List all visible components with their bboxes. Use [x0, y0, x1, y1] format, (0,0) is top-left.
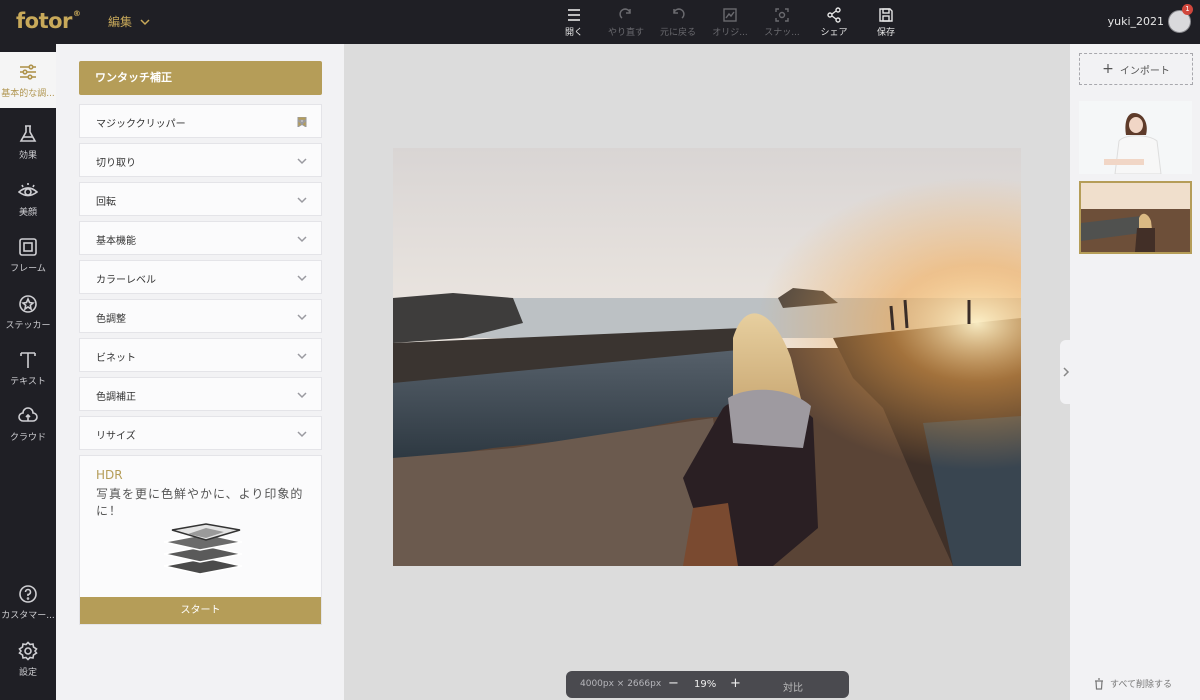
trash-icon	[1095, 677, 1103, 690]
nav-beauty[interactable]: 美顔	[0, 171, 56, 227]
zoom-in-button[interactable]: +	[730, 676, 741, 691]
nav-frame[interactable]: フレーム	[0, 227, 56, 283]
plus-icon: +	[1102, 61, 1114, 77]
section-color-adjust[interactable]: 色調整	[79, 299, 322, 333]
main-photo[interactable]	[393, 148, 1021, 566]
nav-customer-support[interactable]: カスタマー...	[0, 574, 56, 630]
nav-sticker[interactable]: ステッカー	[0, 284, 56, 340]
chevron-down-icon	[297, 431, 307, 438]
menu-icon	[568, 9, 580, 21]
chevron-down-icon	[297, 119, 307, 126]
mode-dropdown[interactable]: 編集	[108, 13, 150, 30]
edit-panel: ワンタッチ補正 マジッククリッパー 切り取り 回転 基本機能 カラーレベル 色調…	[56, 44, 344, 700]
hdr-description: 写真を更に色鮮やかに、より印象的に！	[96, 487, 304, 518]
chevron-down-icon	[297, 353, 307, 360]
nav-text[interactable]: テキスト	[0, 340, 56, 396]
nav-cloud[interactable]: クラウド	[0, 396, 56, 452]
chevron-down-icon	[297, 392, 307, 399]
section-basic[interactable]: 基本機能	[79, 221, 322, 255]
hdr-title: HDR	[96, 468, 123, 482]
nav-settings[interactable]: 設定	[0, 631, 56, 687]
redo-icon	[619, 8, 631, 19]
thumbnail-image	[1081, 183, 1190, 252]
chevron-right-icon	[1063, 367, 1070, 377]
original-icon	[723, 8, 737, 22]
open-button[interactable]: 開く	[548, 7, 600, 38]
layers-illustration	[163, 523, 243, 575]
frame-icon	[19, 237, 37, 256]
redo-button[interactable]: やり直す	[600, 7, 652, 38]
sticker-icon	[19, 294, 37, 313]
section-magic-clipper[interactable]: マジッククリッパー	[79, 104, 322, 138]
chevron-down-icon	[297, 236, 307, 243]
undo-button[interactable]: 元に戻る	[652, 7, 704, 38]
import-button[interactable]: + インポート	[1079, 53, 1193, 85]
toolbar: 開く やり直す 元に戻る オリジ... スナッ... シェア 保存	[548, 7, 912, 38]
thumbnail-1[interactable]	[1079, 101, 1192, 174]
nav-effects[interactable]: 効果	[0, 114, 56, 170]
eye-icon	[18, 182, 38, 196]
hdr-card: HDR 写真を更に色鮮やかに、より印象的に！ スタート	[79, 455, 322, 625]
flask-icon	[19, 124, 37, 142]
section-tone-correction[interactable]: 色調補正	[79, 377, 322, 411]
notification-badge[interactable]: 1	[1182, 4, 1193, 15]
save-button[interactable]: 保存	[860, 7, 912, 38]
top-bar: fotor® 編集 開く やり直す 元に戻る オリジ... スナッ... シェア	[0, 0, 1200, 44]
zoom-status-bar: 4000px × 2666px − 19% + 対比	[566, 671, 849, 698]
fotor-logo[interactable]: fotor®	[16, 9, 81, 33]
nav-basic-adjust[interactable]: 基本的な調...	[0, 52, 56, 108]
canvas-area: 4000px × 2666px − 19% + 対比	[344, 44, 1070, 700]
photo-image	[393, 148, 1021, 566]
chevron-down-icon	[297, 314, 307, 321]
section-crop[interactable]: 切り取り	[79, 143, 322, 177]
chevron-down-icon	[140, 18, 150, 25]
chevron-down-icon	[297, 158, 307, 165]
chevron-down-icon	[297, 275, 307, 282]
left-nav: 基本的な調... 効果 美顔 フレーム ステッカー テキスト クラウド カスタマ…	[0, 44, 56, 700]
mode-label: 編集	[108, 15, 133, 29]
right-panel: + インポート すべて削除する	[1070, 44, 1200, 700]
section-color-level[interactable]: カラーレベル	[79, 260, 322, 294]
thumbnail-image	[1079, 101, 1192, 174]
image-dimensions: 4000px × 2666px	[580, 679, 662, 689]
text-icon	[20, 351, 36, 368]
gear-icon	[18, 640, 38, 661]
one-click-enhance-button[interactable]: ワンタッチ補正	[79, 61, 322, 95]
snapshot-icon	[775, 8, 789, 22]
snapshot-button[interactable]: スナッ...	[756, 7, 808, 38]
delete-all-button[interactable]: すべて削除する	[1094, 677, 1172, 690]
hdr-start-button[interactable]: スタート	[80, 597, 321, 624]
thumbnail-2-selected[interactable]	[1079, 181, 1192, 254]
zoom-out-button[interactable]: −	[668, 676, 679, 691]
save-icon	[879, 8, 893, 22]
cloud-icon	[18, 406, 38, 422]
original-button[interactable]: オリジ...	[704, 7, 756, 38]
zoom-level: 19%	[694, 679, 717, 690]
undo-icon	[673, 8, 685, 19]
share-icon	[827, 7, 841, 23]
username[interactable]: yuki_2021	[1108, 15, 1164, 28]
help-icon	[19, 584, 37, 603]
section-resize[interactable]: リサイズ	[79, 416, 322, 450]
chevron-down-icon	[297, 197, 307, 204]
share-button[interactable]: シェア	[808, 7, 860, 38]
compare-button[interactable]: 対比	[783, 679, 803, 694]
sliders-icon	[20, 63, 36, 80]
section-vignette[interactable]: ビネット	[79, 338, 322, 372]
section-rotate[interactable]: 回転	[79, 182, 322, 216]
